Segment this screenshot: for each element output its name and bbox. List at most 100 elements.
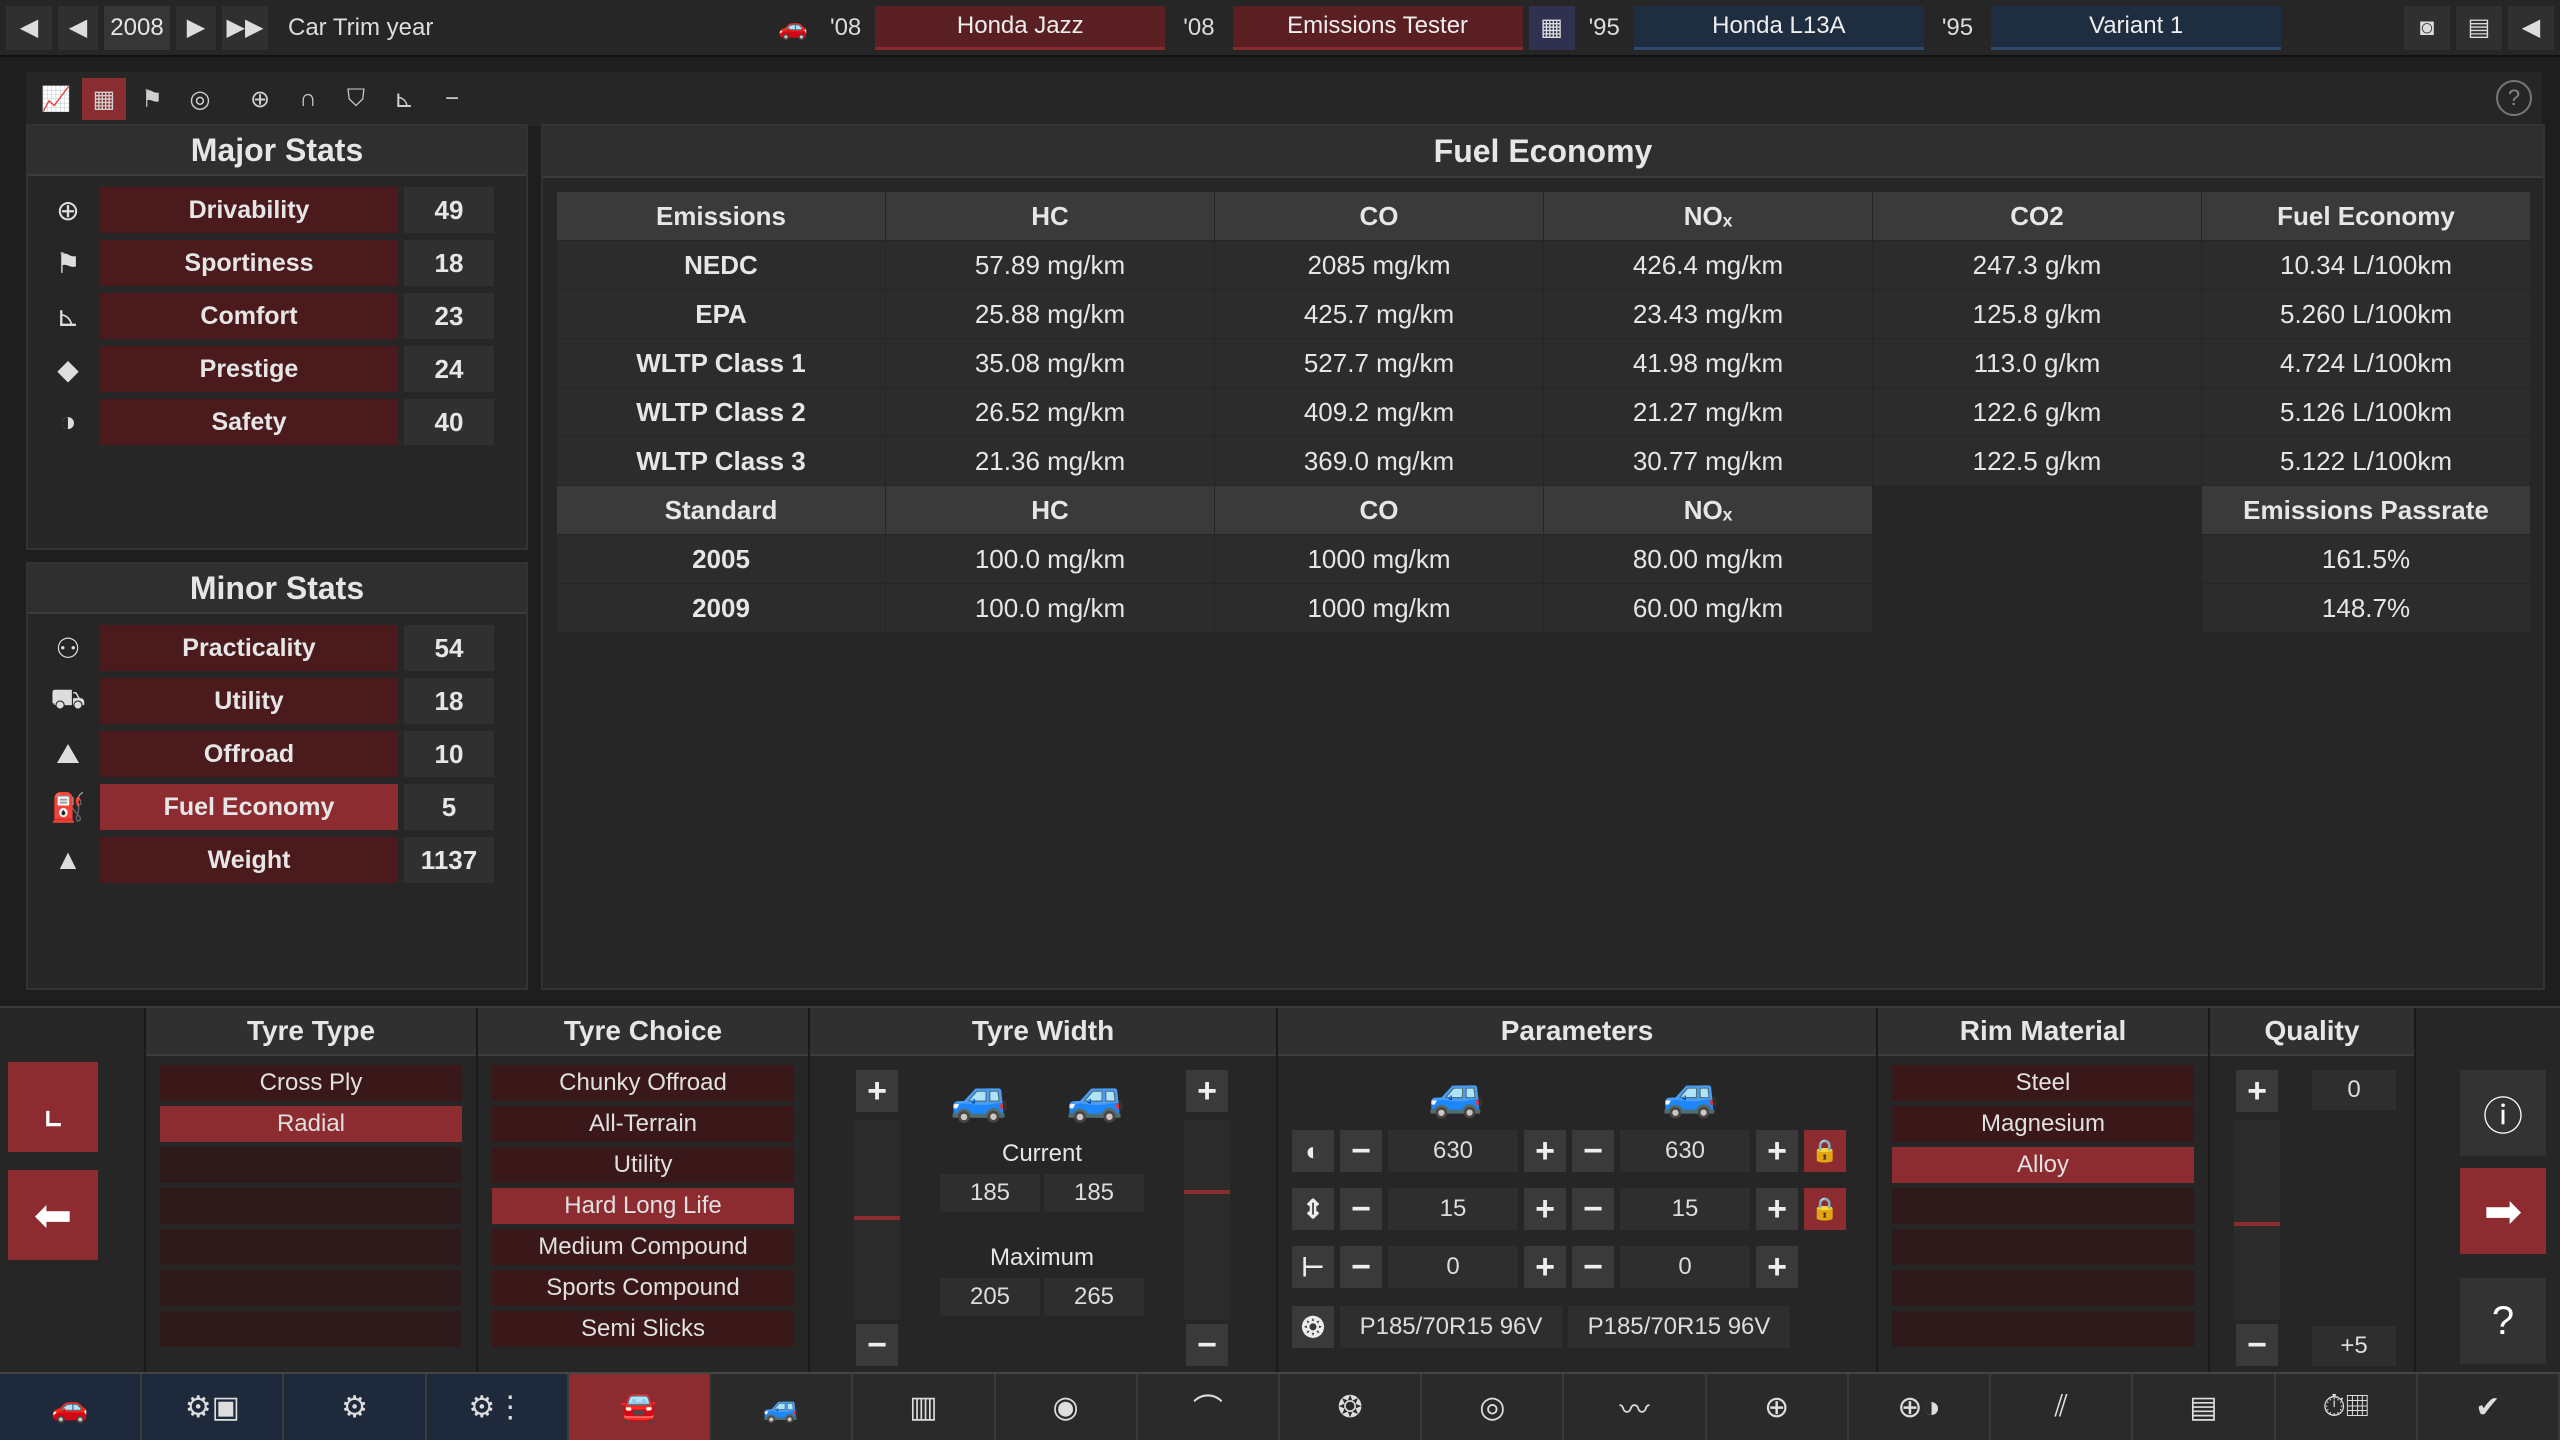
rear-plus-button[interactable]: + (1756, 1130, 1798, 1172)
option-item[interactable]: Alloy (1892, 1147, 2194, 1183)
rear-minus-button[interactable]: − (1572, 1130, 1614, 1172)
nav-finish-icon[interactable]: ✔ (2418, 1374, 2560, 1440)
option-item[interactable]: Chunky Offroad (492, 1065, 794, 1101)
front-minus-button[interactable]: − (1340, 1246, 1382, 1288)
stat-label[interactable]: Fuel Economy (100, 784, 398, 830)
lock-icon[interactable]: 🔒 (1804, 1188, 1846, 1230)
nav-aero-icon[interactable]: 〰 (1564, 1374, 1707, 1440)
nav-car-design-icon[interactable]: 🚘 (568, 1374, 712, 1440)
rear-minus-button[interactable]: − (1572, 1188, 1614, 1230)
stat-label[interactable]: Utility (100, 678, 398, 724)
front-width-minus-button[interactable]: − (856, 1324, 898, 1366)
option-item[interactable]: Magnesium (1892, 1106, 2194, 1142)
stat-label[interactable]: Practicality (100, 625, 398, 671)
table-header: NOₓ (1544, 486, 1872, 534)
nav-interior-icon[interactable]: ▥ (853, 1374, 996, 1440)
rear-width-slider[interactable] (1184, 1120, 1230, 1320)
rear-minus-button[interactable]: − (1572, 1246, 1614, 1288)
empty-slot (160, 1311, 462, 1347)
option-item[interactable]: Cross Ply (160, 1065, 462, 1101)
nav-suspension-icon[interactable]: ⌒ (1138, 1374, 1280, 1440)
prev-step-button[interactable]: ◀ (58, 5, 98, 50)
table-cell: 247.3 g/km (1873, 241, 2201, 289)
stat-label[interactable]: Prestige (100, 346, 398, 392)
option-item[interactable]: Sports Compound (492, 1270, 794, 1306)
option-item[interactable]: Steel (1892, 1065, 2194, 1101)
front-width-plus-button[interactable]: + (856, 1070, 898, 1112)
offroad-icon: ⛰ (56, 737, 80, 769)
nav-wheels-icon[interactable]: ❂ (1280, 1374, 1423, 1440)
stat-label[interactable]: Comfort (100, 293, 398, 339)
next-year-button[interactable]: ▶▶ (222, 5, 268, 50)
nav-trim-icon[interactable]: 🚙 (711, 1374, 854, 1440)
option-item[interactable]: Hard Long Life (492, 1188, 794, 1224)
rear-width-minus-button[interactable]: − (1186, 1324, 1228, 1366)
front-plus-button[interactable]: + (1524, 1188, 1566, 1230)
lock-icon[interactable]: 🔒 (1804, 1130, 1846, 1172)
nav-brakes-icon[interactable]: ◎ (1422, 1374, 1565, 1440)
tool-table-icon[interactable]: ▦ (82, 78, 126, 120)
tool-flag-icon[interactable]: ⚑ (130, 78, 174, 120)
table-cell: 25.88 mg/km (886, 290, 1214, 338)
tool-track-icon[interactable]: ◎ (178, 78, 222, 120)
help-icon[interactable]: ? (2496, 80, 2532, 116)
previous-page-button[interactable]: ⬅ (8, 1170, 98, 1260)
nav-car-body-icon[interactable]: 🚗 (0, 1374, 143, 1440)
tool-seat-icon[interactable]: ⊾ (382, 78, 426, 120)
quality-plus-button[interactable]: + (2236, 1070, 2278, 1112)
tool-shield-icon[interactable]: ⛉ (334, 78, 378, 120)
parameter-row: ⇕ −15 + −15 + 🔒 (1292, 1188, 1846, 1230)
front-width-slider[interactable] (854, 1120, 900, 1320)
nav-drivetrain-icon[interactable]: ◉ (996, 1374, 1138, 1440)
stat-label[interactable]: Offroad (100, 731, 398, 777)
nav-engine-tune-icon[interactable]: ⚙⋮ (426, 1374, 569, 1440)
nav-steering-icon[interactable]: ⊕ (1707, 1374, 1849, 1440)
front-plus-button[interactable]: + (1524, 1130, 1566, 1172)
tool-minus-icon[interactable]: − (430, 78, 474, 120)
stat-label[interactable]: Sportiness (100, 240, 398, 286)
graph-button[interactable]: ⌞ (8, 1062, 98, 1152)
trim-selector[interactable]: Emissions Tester (1232, 5, 1523, 50)
back-arrow-icon[interactable]: ◀ (2508, 5, 2554, 50)
option-item[interactable]: Radial (160, 1106, 462, 1142)
nav-report-icon[interactable]: ▤ (2133, 1374, 2276, 1440)
stat-row: ⛽ Fuel Economy 5 (38, 782, 516, 832)
prev-year-button[interactable]: ◀ (6, 5, 52, 50)
stat-label[interactable]: Drivability (100, 187, 398, 233)
next-step-button[interactable]: ▶ (176, 5, 216, 50)
help-button[interactable]: ? (2460, 1278, 2546, 1364)
rear-value: 0 (1620, 1246, 1750, 1288)
camera-icon[interactable]: ◙ (2404, 5, 2450, 50)
tool-graph-icon[interactable]: 📈 (34, 78, 78, 120)
tool-wheel-icon[interactable]: ⊕ (238, 78, 282, 120)
quality-minus-button[interactable]: − (2236, 1324, 2278, 1366)
front-minus-button[interactable]: − (1340, 1130, 1382, 1172)
rear-plus-button[interactable]: + (1756, 1246, 1798, 1288)
option-item[interactable]: Semi Slicks (492, 1311, 794, 1347)
warning-button[interactable]: ⓘ (2460, 1070, 2546, 1156)
front-plus-button[interactable]: + (1524, 1246, 1566, 1288)
nav-engine-icon[interactable]: ⚙ (284, 1374, 427, 1440)
nav-test-icon[interactable]: ⫽ (1991, 1374, 2134, 1440)
rear-plus-button[interactable]: + (1756, 1188, 1798, 1230)
nav-track-icon[interactable]: ⏱▦ (2276, 1374, 2418, 1440)
option-item[interactable]: Medium Compound (492, 1229, 794, 1265)
table-cell: 122.6 g/km (1873, 388, 2201, 436)
nav-safety-icon[interactable]: ⊕◑ (1849, 1374, 1992, 1440)
tool-arch-icon[interactable]: ∩ (286, 78, 330, 120)
tyre-icon: ❂ (1292, 1306, 1334, 1348)
next-page-button[interactable]: ➡ (2460, 1168, 2546, 1254)
option-item[interactable]: All-Terrain (492, 1106, 794, 1142)
rear-width-plus-button[interactable]: + (1186, 1070, 1228, 1112)
quality-slider[interactable] (2234, 1120, 2280, 1320)
variant-selector[interactable]: Variant 1 (1991, 5, 2282, 50)
nav-chassis-icon[interactable]: ⚙▣ (142, 1374, 285, 1440)
engine-selector[interactable]: Honda L13A (1633, 5, 1924, 50)
stat-label[interactable]: Weight (100, 837, 398, 883)
car-model-selector[interactable]: Honda Jazz (875, 5, 1166, 50)
trim-year-label: Car Trim year (288, 13, 434, 41)
stat-label[interactable]: Safety (100, 399, 398, 445)
front-minus-button[interactable]: − (1340, 1188, 1382, 1230)
option-item[interactable]: Utility (492, 1147, 794, 1183)
layout-icon[interactable]: ▤ (2456, 5, 2502, 50)
